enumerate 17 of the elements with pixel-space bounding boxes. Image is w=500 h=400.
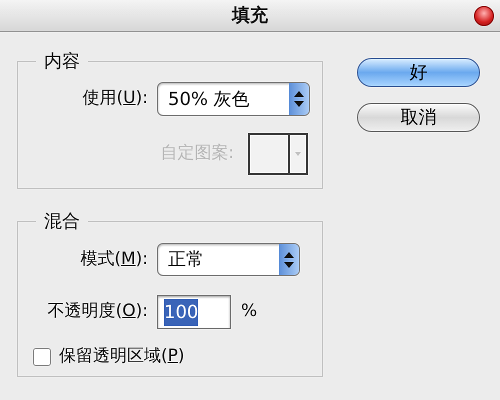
opacity-field[interactable]: 100: [157, 295, 231, 329]
window-title: 填充: [232, 5, 268, 26]
field-label: 使用(U):: [82, 87, 148, 110]
updown-arrows-icon: [279, 244, 299, 275]
cancel-button[interactable]: 取消: [357, 103, 480, 132]
ok-button[interactable]: 好: [357, 58, 480, 87]
field-label: 模式(M):: [79, 248, 148, 271]
use-select[interactable]: 50% 灰色: [157, 82, 310, 116]
close-button[interactable]: [474, 6, 494, 26]
checkbox[interactable]: [33, 348, 51, 366]
unit-label: %: [241, 300, 258, 324]
checkbox-label: 保留透明区域(P): [59, 345, 185, 368]
field-label: 不透明度(O):: [46, 300, 148, 324]
mode-select[interactable]: 正常: [157, 243, 300, 276]
pattern-picker[interactable]: [248, 133, 308, 175]
caret-icon: [295, 152, 301, 156]
updown-arrows-icon: [289, 83, 309, 115]
